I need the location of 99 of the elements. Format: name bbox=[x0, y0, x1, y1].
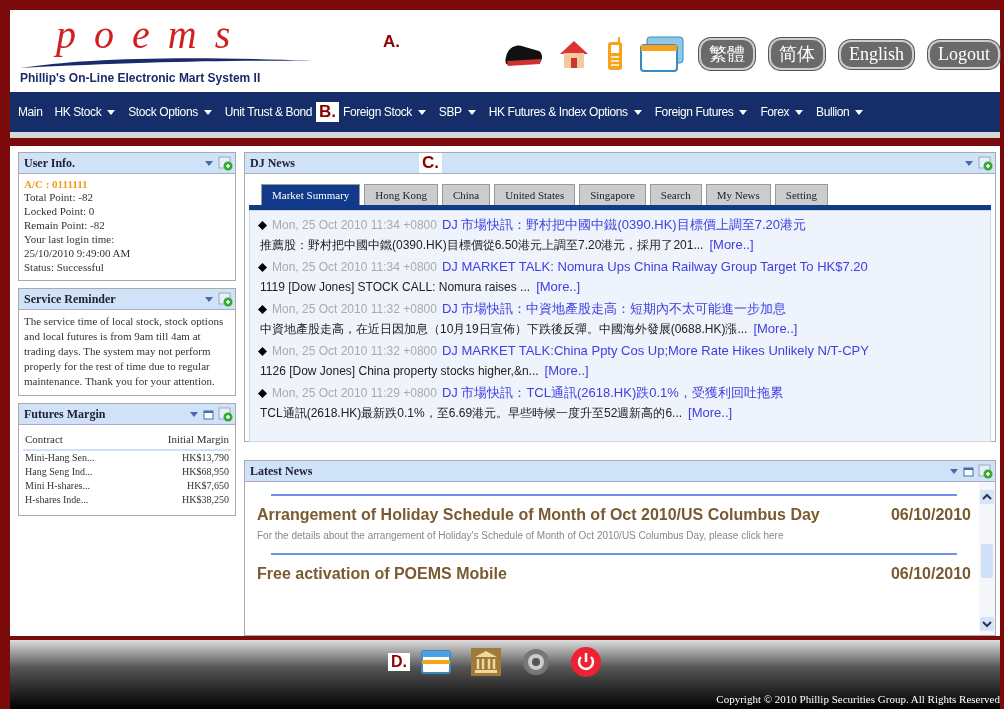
diamond-icon bbox=[258, 304, 267, 314]
info-line: Your last login time: bbox=[24, 232, 116, 246]
info-line: Locked Point: 0 bbox=[24, 204, 96, 218]
scrollbar[interactable] bbox=[979, 482, 995, 635]
news-date: 06/10/2010 bbox=[890, 506, 971, 524]
caret-icon bbox=[416, 107, 427, 117]
caret-icon bbox=[632, 107, 643, 117]
power-icon[interactable] bbox=[570, 646, 602, 678]
menu-item[interactable]: Stock Options bbox=[128, 105, 213, 119]
menu-item[interactable]: HK Stock bbox=[54, 105, 117, 119]
window-icon[interactable] bbox=[963, 465, 974, 477]
caret-icon bbox=[854, 107, 865, 117]
mobile-phone-icon[interactable] bbox=[605, 36, 625, 72]
news-time: Mon, 25 Oct 2010 11:32 +0800 bbox=[272, 343, 437, 360]
diamond-icon bbox=[258, 388, 267, 398]
info-line: 25/10/2010 9:49:00 AM bbox=[24, 246, 132, 260]
news-title-link[interactable]: Arrangement of Holiday Schedule of Month of Oct 2010/US Columbus Day bbox=[257, 506, 820, 524]
menu-item[interactable]: HK Futures & Index Options bbox=[488, 105, 643, 119]
news-summary: 1119 [Dow Jones] STOCK CALL: Nomura raises ... bbox=[260, 279, 531, 296]
refresh-icon[interactable] bbox=[978, 155, 993, 171]
dropdown-icon[interactable] bbox=[949, 466, 959, 476]
panel-title: User Info. bbox=[24, 155, 76, 171]
window-icon[interactable] bbox=[420, 648, 452, 676]
news-time: Mon, 25 Oct 2010 11:34 +0800 bbox=[272, 217, 437, 234]
refresh-icon[interactable] bbox=[218, 155, 233, 171]
caret-icon bbox=[738, 107, 749, 117]
menu-item[interactable]: Bullion bbox=[816, 105, 865, 119]
logo-subtitle: Phillip's On-Line Electronic Mart System II bbox=[20, 71, 261, 85]
refresh-icon[interactable] bbox=[218, 406, 233, 422]
news-summary: 1126 [Dow Jones] China property stocks higher,&n... bbox=[260, 363, 539, 380]
callout-label: D. bbox=[388, 653, 410, 671]
more-link[interactable]: [More..] bbox=[536, 277, 581, 297]
news-summary: 中資地產股走高，在近日因加息（10月19日宣佈）下跌後反彈。中國海外發展(0688.HK)漲... bbox=[260, 321, 748, 338]
dropdown-icon[interactable] bbox=[189, 409, 199, 419]
gear-icon[interactable] bbox=[520, 647, 552, 677]
menu-item[interactable]: Unit Trust & Bond bbox=[224, 105, 312, 119]
reminder-text: The service time of local stock, stock options and local futures is from 9am till 4am at trading days. The system may not perform properly for the rest of time due to regular maintenance. Thank you for your attention. bbox=[24, 314, 225, 389]
dropdown-icon[interactable] bbox=[964, 158, 974, 168]
tab[interactable]: China bbox=[441, 184, 491, 205]
diamond-icon bbox=[258, 262, 267, 272]
info-line: Remain Point: -82 bbox=[24, 218, 106, 232]
panel-title: DJ News bbox=[250, 155, 295, 171]
info-line: Status: Successful bbox=[24, 260, 105, 274]
news-time: Mon, 25 Oct 2010 11:32 +0800 bbox=[272, 301, 437, 318]
panel-title: Service Reminder bbox=[24, 291, 116, 307]
panel-title: Futures Margin bbox=[24, 406, 106, 422]
caret-icon bbox=[202, 107, 213, 117]
menu-item[interactable]: SBP bbox=[438, 105, 477, 119]
tab[interactable]: Setting bbox=[774, 184, 828, 205]
info-line: Total Point: -82 bbox=[24, 190, 94, 204]
tab[interactable]: Search bbox=[649, 184, 702, 205]
news-date: 06/10/2010 bbox=[890, 565, 971, 583]
more-link[interactable]: [More..] bbox=[544, 361, 589, 381]
scroll-down-icon[interactable] bbox=[980, 617, 994, 631]
more-link[interactable]: [More..] bbox=[709, 235, 754, 255]
tab[interactable]: Market Summary bbox=[261, 184, 361, 205]
tab[interactable]: Singapore bbox=[579, 184, 646, 205]
scroll-up-icon[interactable] bbox=[980, 490, 994, 504]
scroll-thumb[interactable] bbox=[981, 543, 993, 578]
news-headline-link[interactable]: DJ 市場快訊：TCL通訊(2618.HK)跌0.1%，受獲利回吐拖累 bbox=[441, 383, 783, 403]
account-number: A/C : 0111111 bbox=[24, 178, 89, 190]
callout-label: C. bbox=[419, 153, 442, 173]
language-button[interactable]: Logout bbox=[928, 39, 1000, 69]
news-headline-link[interactable]: DJ MARKET TALK: Nomura Ups China Railway Group Target To HK$7.20 bbox=[441, 257, 868, 277]
tab[interactable]: United States bbox=[494, 184, 576, 205]
news-time: Mon, 25 Oct 2010 11:34 +0800 bbox=[272, 259, 437, 276]
bank-building-icon[interactable] bbox=[470, 647, 502, 677]
more-link[interactable]: [More..] bbox=[753, 319, 798, 339]
more-link[interactable]: [More..] bbox=[688, 403, 733, 423]
news-headline-link[interactable]: DJ MARKET TALK:China Ppty Cos Up;More Rate Hikes Unlikely N/T-CPY bbox=[441, 341, 869, 361]
caret-icon bbox=[106, 107, 117, 117]
news-summary: 推薦股：野村把中國中鐵(0390.HK)目標價從6.50港元上調至7.20港元，採用了201... bbox=[260, 237, 704, 254]
copyright-text: Copyright © 2010 Phillip Securities Group. All Rights Reserved bbox=[716, 693, 1000, 705]
news-title-link[interactable]: Free activation of POEMS Mobile bbox=[257, 565, 507, 583]
language-button[interactable]: 简体 bbox=[769, 38, 825, 70]
news-description: For the details about the arrangement of Holiday's Schedule of Month of Oct 2010/US Columbus Day, please click here bbox=[257, 530, 785, 541]
tab[interactable]: My News bbox=[705, 184, 771, 205]
tab[interactable]: Hong Kong bbox=[364, 184, 438, 205]
news-headline-link[interactable]: DJ 市場快訊：野村把中國中鐵(0390.HK)目標價上調至7.20港元 bbox=[441, 215, 806, 235]
menu-item[interactable]: Main bbox=[18, 105, 43, 119]
menu-item[interactable]: Forex bbox=[760, 105, 805, 119]
menu-item[interactable]: Foreign Stock bbox=[343, 105, 427, 119]
diamond-icon bbox=[258, 346, 267, 356]
language-button[interactable]: 繁體 bbox=[699, 38, 755, 70]
refresh-icon[interactable] bbox=[218, 291, 233, 307]
news-summary: TCL通訊(2618.HK)最新跌0.1%，至6.69港元。早些時候一度升至52週新高的6... bbox=[260, 405, 683, 422]
window-icon[interactable] bbox=[203, 408, 214, 420]
callout-label: B. bbox=[316, 102, 339, 122]
news-time: Mon, 25 Oct 2010 11:29 +0800 bbox=[272, 385, 437, 402]
panel-title: Latest News bbox=[250, 463, 313, 479]
caret-icon bbox=[466, 107, 477, 117]
dropdown-icon[interactable] bbox=[204, 158, 214, 168]
dropdown-icon[interactable] bbox=[204, 294, 214, 304]
caret-icon bbox=[794, 107, 805, 117]
language-button[interactable]: English bbox=[839, 39, 914, 69]
refresh-icon[interactable] bbox=[978, 463, 993, 479]
diamond-icon bbox=[258, 220, 267, 230]
menu-item[interactable]: Foreign Futures bbox=[654, 105, 749, 119]
news-headline-link[interactable]: DJ 市場快訊：中資地產股走高：短期內不太可能進一步加息 bbox=[441, 299, 787, 319]
